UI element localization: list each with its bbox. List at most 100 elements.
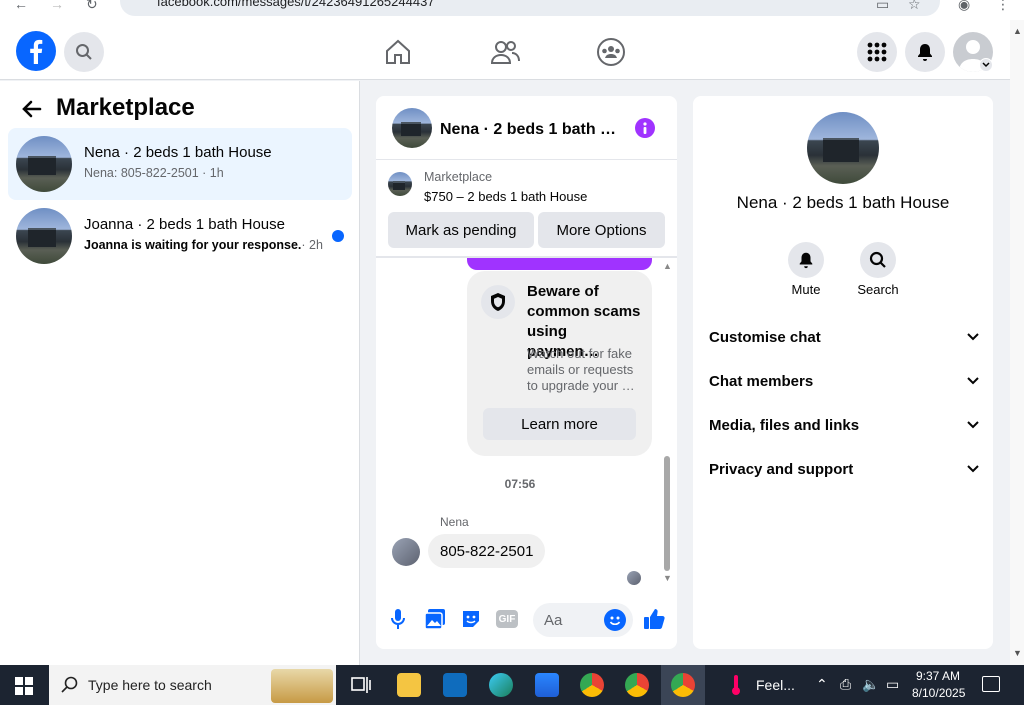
url-text: facebook.com/messages/t/2423649126524443… — [157, 0, 435, 9]
weather-text[interactable]: Feel... — [756, 677, 795, 693]
chevron-down-icon — [967, 465, 979, 473]
search-button[interactable] — [64, 32, 104, 72]
message-input-placeholder: Aa — [544, 612, 563, 629]
home-icon — [386, 39, 410, 64]
learn-more-button[interactable]: Learn more — [483, 408, 636, 440]
back-button[interactable] — [20, 97, 44, 121]
sender-name: Nena — [440, 515, 469, 529]
edge-icon[interactable] — [489, 673, 513, 697]
chat-avatar[interactable] — [392, 108, 432, 148]
scroll-down-icon[interactable]: ▼ — [1013, 648, 1022, 658]
account-chevron-icon[interactable] — [979, 58, 993, 72]
sticker-icon[interactable] — [460, 608, 482, 630]
back-arrow-icon — [22, 100, 42, 118]
menu-button[interactable] — [857, 32, 897, 72]
windows-taskbar: Type here to search Feel... ⌃ ⎙ 🔈 ▭ 9:37… — [0, 665, 1024, 705]
chat-title[interactable]: Nena · 2 beds 1 bath … — [440, 121, 616, 139]
read-receipt-avatar — [627, 571, 641, 585]
shield-icon — [481, 285, 515, 319]
outlook-icon[interactable] — [443, 673, 467, 697]
reload-icon[interactable]: ↻ — [86, 0, 98, 13]
task-view-icon[interactable] — [349, 673, 373, 697]
listing-price: $750 – 2 beds 1 bath House — [424, 189, 588, 204]
chrome-profile-icon[interactable] — [625, 673, 649, 697]
clock-date[interactable]: 8/10/2025 — [912, 686, 965, 700]
chevron-down-icon — [967, 377, 979, 385]
listing-thumbnail — [16, 136, 72, 192]
page-scrollbar[interactable]: ▲ ▼ — [1010, 20, 1024, 665]
listing-source: Marketplace — [424, 170, 493, 184]
bell-icon — [799, 252, 813, 269]
chat-panel: Nena · 2 beds 1 bath … Marketplace $750 … — [376, 96, 677, 649]
profile-icon[interactable]: ◉ — [958, 0, 970, 13]
chat-header: Nena · 2 beds 1 bath … — [376, 96, 677, 160]
conversation-item-nena[interactable]: Nena · 2 beds 1 bath House Nena: 805-822… — [8, 128, 352, 200]
groups-nav[interactable] — [596, 37, 626, 67]
home-nav[interactable] — [384, 38, 412, 66]
chrome-icon[interactable] — [580, 673, 604, 697]
chat-info-panel: Nena · 2 beds 1 bath House Mute Search C… — [693, 96, 993, 649]
network-icon[interactable]: ⎙ — [840, 676, 851, 693]
taskbar-search-box[interactable]: Type here to search — [49, 665, 336, 705]
listing-avatar[interactable] — [807, 112, 879, 184]
search-icon — [869, 251, 886, 268]
message-input[interactable]: Aa — [533, 603, 633, 637]
emoji-icon[interactable] — [604, 609, 626, 631]
section-media-files-links[interactable]: Media, files and links — [709, 417, 979, 441]
windows-start-icon[interactable] — [15, 677, 33, 695]
section-privacy-support[interactable]: Privacy and support — [709, 461, 979, 485]
notifications-button[interactable] — [905, 32, 945, 72]
forward-arrow-icon[interactable]: → — [50, 0, 64, 12]
scroll-thumb[interactable] — [664, 456, 670, 571]
microphone-icon[interactable] — [388, 608, 408, 630]
clock-time[interactable]: 9:37 AM — [916, 669, 960, 683]
gif-icon[interactable]: GIF — [496, 610, 518, 628]
mute-button[interactable] — [788, 242, 824, 278]
mark-as-pending-button[interactable]: Mark as pending — [388, 212, 534, 248]
mute-label: Mute — [791, 282, 821, 297]
scroll-up-icon[interactable]: ▲ — [663, 261, 672, 271]
groups-icon — [597, 38, 625, 66]
info-icon[interactable] — [635, 118, 655, 138]
photo-icon[interactable] — [424, 608, 446, 630]
message-scrollbar[interactable]: ▲ ▼ — [662, 261, 674, 586]
conversation-preview: Joanna is waiting for your response.· 2h — [84, 238, 323, 252]
browser-toolbar: ← → ↻ facebook.com/messages/t/2423649126… — [0, 0, 1024, 20]
outgoing-message-bubble — [467, 258, 652, 270]
conversation-item-joanna[interactable]: Joanna · 2 beds 1 bath House Joanna is w… — [8, 200, 352, 272]
store-icon[interactable] — [535, 673, 559, 697]
search-in-chat-button[interactable] — [860, 242, 896, 278]
weather-thermometer-icon[interactable] — [728, 673, 744, 697]
tray-overflow-icon[interactable]: ⌃ — [816, 676, 828, 693]
search-highlight-image — [271, 669, 333, 703]
listing-thumbnail — [16, 208, 72, 264]
back-arrow-icon[interactable]: ← — [14, 0, 28, 12]
notification-center-icon[interactable] — [982, 676, 1000, 692]
unread-indicator — [332, 230, 344, 242]
facebook-logo[interactable] — [16, 31, 56, 71]
notifications-icon — [918, 44, 932, 61]
conversation-list-panel: Marketplace Nena · 2 beds 1 bath House N… — [0, 81, 360, 665]
section-label: Chat members — [709, 373, 814, 390]
more-options-button[interactable]: More Options — [538, 212, 665, 248]
friends-nav[interactable] — [490, 38, 520, 66]
facebook-topbar — [0, 20, 1010, 80]
scroll-up-icon[interactable]: ▲ — [1013, 26, 1022, 36]
cast-icon[interactable]: ▭ — [876, 0, 889, 13]
section-customise-chat[interactable]: Customise chat — [709, 329, 979, 353]
sender-avatar[interactable] — [392, 538, 420, 566]
search-icon — [61, 676, 78, 693]
thumbs-up-icon[interactable] — [643, 608, 665, 630]
bookmark-star-icon[interactable]: ☆ — [908, 0, 921, 13]
scroll-down-icon[interactable]: ▼ — [663, 573, 672, 583]
incoming-message-bubble[interactable]: 805-822-2501 — [428, 534, 546, 568]
section-label: Customise chat — [709, 329, 821, 346]
volume-icon[interactable]: 🔈 — [862, 676, 879, 693]
section-chat-members[interactable]: Chat members — [709, 373, 979, 397]
file-explorer-icon[interactable] — [397, 673, 421, 697]
display-icon[interactable]: ▭ — [886, 676, 899, 693]
scam-warning-card: Beware of common scams using paymen… Wat… — [467, 271, 652, 456]
chrome-active-icon[interactable] — [671, 673, 695, 697]
browser-menu-icon[interactable]: ⋮ — [996, 0, 1010, 13]
friends-icon — [490, 41, 520, 64]
